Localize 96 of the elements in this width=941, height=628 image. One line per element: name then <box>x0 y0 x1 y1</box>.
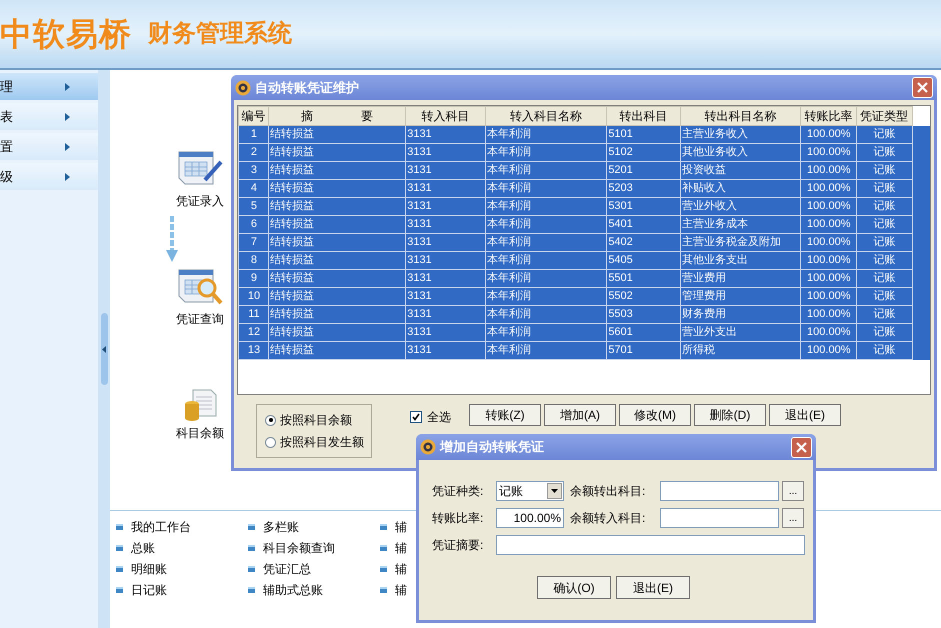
coins-document-icon <box>183 388 217 422</box>
menu-link[interactable]: 日记账 <box>131 580 167 598</box>
menu-link[interactable]: 辅 <box>395 518 407 536</box>
column-header[interactable]: 转出科目名称 <box>680 106 800 126</box>
close-button[interactable] <box>791 436 812 458</box>
sidebar-item[interactable]: 置 <box>0 133 98 160</box>
table-row[interactable]: 6 结转损益 3131 本年利润 5401 主营业务成本 100.00% 记账 <box>238 216 930 234</box>
radio-button[interactable] <box>265 436 276 448</box>
close-icon <box>796 442 807 452</box>
menu-link[interactable]: 辅 <box>395 538 407 556</box>
field-label: 凭证种类: <box>432 483 484 500</box>
column-header[interactable]: 摘 要 <box>268 106 406 126</box>
bullet-icon <box>380 566 387 572</box>
browse-button[interactable]: ... <box>782 508 804 528</box>
menu-link[interactable]: 辅助式总账 <box>263 580 323 598</box>
dialog-button[interactable]: 退出(E) <box>769 404 841 426</box>
bullet-icon <box>116 566 123 572</box>
table-row[interactable]: 4 结转损益 3131 本年利润 5203 补贴收入 100.00% 记账 <box>238 180 930 198</box>
dropdown-arrow-icon <box>551 489 558 493</box>
column-header[interactable]: 转入科目名称 <box>485 106 607 126</box>
text-field[interactable] <box>496 535 805 555</box>
bullet-icon <box>116 586 123 592</box>
workflow-label[interactable]: 凭证录入 <box>176 192 224 210</box>
checkbox-label: 全选 <box>427 409 451 426</box>
collapse-arrow-icon <box>102 346 106 352</box>
field-label: 余额转入科目: <box>570 510 646 527</box>
collapse-handle[interactable] <box>100 313 108 385</box>
menu-link[interactable]: 我的工作台 <box>131 518 191 536</box>
dialog-button[interactable]: 退出(E) <box>616 576 690 599</box>
table-row[interactable]: 5 结转损益 3131 本年利润 5301 营业外收入 100.00% 记账 <box>238 198 930 216</box>
table-row[interactable]: 11 结转损益 3131 本年利润 5503 财务费用 100.00% 记账 <box>238 306 930 324</box>
bullet-icon <box>248 524 255 530</box>
field-label: 转账比率: <box>432 510 484 527</box>
column-header[interactable]: 编号 <box>238 106 268 126</box>
arrow-icon <box>65 82 70 90</box>
close-button[interactable] <box>912 77 933 98</box>
text-field[interactable]: 100.00% <box>496 508 564 528</box>
app-icon <box>235 80 251 96</box>
down-arrow-icon <box>166 216 178 262</box>
dialog-button[interactable]: 修改(M) <box>619 404 691 426</box>
menu-link[interactable]: 明细账 <box>131 560 167 578</box>
close-icon <box>917 82 928 93</box>
table-row[interactable]: 7 结转损益 3131 本年利润 5402 主营业务税金及附加 100.00% 记账 <box>238 234 930 252</box>
column-header[interactable]: 凭证类型 <box>856 106 912 126</box>
sidebar-item[interactable]: 表 <box>0 103 98 130</box>
menu-link[interactable]: 凭证汇总 <box>263 560 311 578</box>
dialog-button[interactable]: 增加(A) <box>544 404 616 426</box>
column-header[interactable]: 转入科目 <box>406 106 486 126</box>
text-field[interactable] <box>660 508 779 528</box>
table-row[interactable]: 1 结转损益 3131 本年利润 5101 主营业务收入 100.00% 记账 <box>238 126 930 144</box>
column-header[interactable]: 转账比率 <box>800 106 856 126</box>
radio-label: 按照科目余额 <box>280 412 352 429</box>
arrow-icon <box>65 142 70 150</box>
bullet-icon <box>380 544 387 550</box>
table-row[interactable]: 9 结转损益 3131 本年利润 5501 营业费用 100.00% 记账 <box>238 270 930 288</box>
table-row[interactable]: 3 结转损益 3131 本年利润 5201 投资收益 100.00% 记账 <box>238 162 930 180</box>
window-title: 增加自动转账凭证 <box>440 438 545 456</box>
bullet-icon <box>248 566 255 572</box>
table-row[interactable]: 8 结转损益 3131 本年利润 5405 其他业务支出 100.00% 记账 <box>238 252 930 270</box>
app-icon <box>420 439 436 455</box>
dropdown[interactable]: 记账 <box>496 481 564 501</box>
dialog-button[interactable]: 确认(O) <box>537 576 611 599</box>
field-label: 余额转出科目: <box>570 483 646 500</box>
checkbox[interactable] <box>410 411 422 423</box>
arrow-icon <box>65 172 70 180</box>
bullet-icon <box>380 524 387 530</box>
menu-link[interactable]: 辅 <box>395 580 407 598</box>
window-title: 自动转账凭证维护 <box>255 78 360 97</box>
workflow-label[interactable]: 凭证查询 <box>176 310 224 328</box>
column-header[interactable]: 转出科目 <box>606 106 681 126</box>
bullet-icon <box>116 524 123 530</box>
table-row[interactable]: 2 结转损益 3131 本年利润 5102 其他业务收入 100.00% 记账 <box>238 144 930 162</box>
text-field[interactable] <box>660 481 779 501</box>
menu-link[interactable]: 科目余额查询 <box>263 538 335 556</box>
sidebar-item[interactable]: 理 <box>0 73 98 100</box>
bullet-icon <box>248 544 255 550</box>
table-row[interactable]: 12 结转损益 3131 本年利润 5601 营业外支出 100.00% 记账 <box>238 324 930 342</box>
bullet-icon <box>380 586 387 592</box>
sidebar-item[interactable]: 级 <box>0 163 98 190</box>
workflow-label[interactable]: 科目余额 <box>176 424 224 442</box>
bullet-icon <box>248 586 255 592</box>
brand-logo: 中软易桥 <box>0 18 132 50</box>
menu-link[interactable]: 总账 <box>131 538 155 556</box>
bullet-icon <box>116 544 123 550</box>
menu-link[interactable]: 辅 <box>395 560 407 578</box>
arrow-icon <box>65 112 70 120</box>
dialog-button[interactable]: 转账(Z) <box>469 404 541 426</box>
product-title: 财务管理系统 <box>148 22 292 46</box>
dialog-button[interactable]: 删除(D) <box>694 404 766 426</box>
radio-label: 按照科目发生额 <box>280 434 364 451</box>
radio-button[interactable] <box>265 414 276 426</box>
table-row[interactable]: 10 结转损益 3131 本年利润 5502 管理费用 100.00% 记账 <box>238 288 930 306</box>
menu-link[interactable]: 多栏账 <box>263 518 299 536</box>
field-label: 凭证摘要: <box>432 537 484 554</box>
browse-button[interactable]: ... <box>782 481 804 501</box>
table-row[interactable]: 13 结转损益 3131 本年利润 5701 所得税 100.00% 记账 <box>238 342 930 360</box>
